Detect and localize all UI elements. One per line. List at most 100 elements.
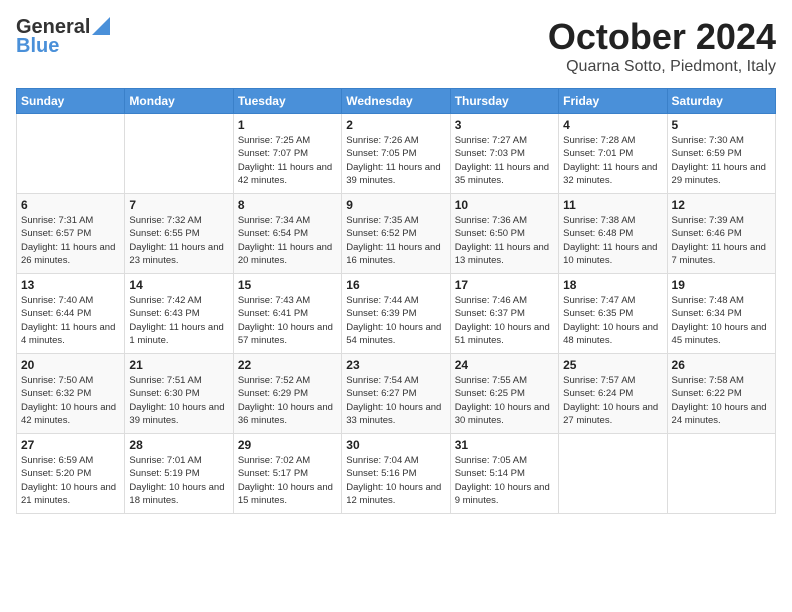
page-title: October 2024	[548, 16, 776, 58]
day-info: Sunrise: 7:44 AMSunset: 6:39 PMDaylight:…	[346, 294, 445, 347]
day-info: Sunrise: 7:01 AMSunset: 5:19 PMDaylight:…	[129, 454, 228, 507]
day-info: Sunrise: 7:43 AMSunset: 6:41 PMDaylight:…	[238, 294, 337, 347]
calendar-cell: 29 Sunrise: 7:02 AMSunset: 5:17 PMDayligh…	[233, 434, 341, 514]
day-info: Sunrise: 7:25 AMSunset: 7:07 PMDaylight:…	[238, 134, 337, 187]
day-number: 27	[21, 438, 120, 452]
calendar-cell: 20Sunrise: 7:50 AMSunset: 6:32 PMDayligh…	[17, 354, 125, 434]
day-number: 14	[129, 278, 228, 292]
calendar-cell: 14 Sunrise: 7:42 AMSunset: 6:43 PMDayligh…	[125, 274, 233, 354]
calendar-cell: 5 Sunrise: 7:30 AMSunset: 6:59 PMDaylight…	[667, 114, 775, 194]
calendar-cell	[125, 114, 233, 194]
calendar-cell: 1 Sunrise: 7:25 AMSunset: 7:07 PMDaylight…	[233, 114, 341, 194]
day-info: Sunrise: 7:28 AMSunset: 7:01 PMDaylight:…	[563, 134, 662, 187]
day-number: 6	[21, 198, 120, 212]
day-number: 17	[455, 278, 554, 292]
day-number: 12	[672, 198, 771, 212]
day-number: 19	[672, 278, 771, 292]
day-info: Sunrise: 7:04 AMSunset: 5:16 PMDaylight:…	[346, 454, 445, 507]
day-info: Sunrise: 7:26 AMSunset: 7:05 PMDaylight:…	[346, 134, 445, 187]
day-info: Sunrise: 7:27 AMSunset: 7:03 PMDaylight:…	[455, 134, 554, 187]
day-info: Sunrise: 7:05 AMSunset: 5:14 PMDaylight:…	[455, 454, 554, 507]
day-info: Sunrise: 7:51 AMSunset: 6:30 PMDaylight:…	[129, 374, 228, 427]
calendar-cell: 28 Sunrise: 7:01 AMSunset: 5:19 PMDayligh…	[125, 434, 233, 514]
day-number: 25	[563, 358, 662, 372]
day-number: 7	[129, 198, 228, 212]
calendar-cell: 15 Sunrise: 7:43 AMSunset: 6:41 PMDayligh…	[233, 274, 341, 354]
calendar-cell: 26Sunrise: 7:58 AMSunset: 6:22 PMDayligh…	[667, 354, 775, 434]
calendar-cell: 16 Sunrise: 7:44 AMSunset: 6:39 PMDayligh…	[342, 274, 450, 354]
day-info: Sunrise: 7:35 AMSunset: 6:52 PMDaylight:…	[346, 214, 445, 267]
day-number: 30	[346, 438, 445, 452]
calendar-cell: 27Sunrise: 6:59 AMSunset: 5:20 PMDayligh…	[17, 434, 125, 514]
header-saturday: Saturday	[667, 89, 775, 114]
calendar-cell: 13 Sunrise: 7:40 AMSunset: 6:44 PMDayligh…	[17, 274, 125, 354]
calendar-cell: 4 Sunrise: 7:28 AMSunset: 7:01 PMDaylight…	[559, 114, 667, 194]
day-info: Sunrise: 7:36 AMSunset: 6:50 PMDaylight:…	[455, 214, 554, 267]
calendar-table: SundayMondayTuesdayWednesdayThursdayFrid…	[16, 88, 776, 514]
calendar-cell: 25 Sunrise: 7:57 AMSunset: 6:24 PMDayligh…	[559, 354, 667, 434]
calendar-week-row: 27Sunrise: 6:59 AMSunset: 5:20 PMDayligh…	[17, 434, 776, 514]
calendar-cell: 12 Sunrise: 7:39 AMSunset: 6:46 PMDayligh…	[667, 194, 775, 274]
day-info: Sunrise: 7:32 AMSunset: 6:55 PMDaylight:…	[129, 214, 228, 267]
day-number: 28	[129, 438, 228, 452]
header-thursday: Thursday	[450, 89, 558, 114]
day-info: Sunrise: 7:52 AMSunset: 6:29 PMDaylight:…	[238, 374, 337, 427]
day-info: Sunrise: 7:48 AMSunset: 6:34 PMDaylight:…	[672, 294, 771, 347]
calendar-cell: 31 Sunrise: 7:05 AMSunset: 5:14 PMDayligh…	[450, 434, 558, 514]
logo: General Blue	[16, 16, 110, 58]
day-number: 13	[21, 278, 120, 292]
day-info: Sunrise: 7:31 AMSunset: 6:57 PMDaylight:…	[21, 214, 120, 267]
day-number: 29	[238, 438, 337, 452]
header-friday: Friday	[559, 89, 667, 114]
day-number: 4	[563, 118, 662, 132]
day-info: Sunrise: 7:39 AMSunset: 6:46 PMDaylight:…	[672, 214, 771, 267]
day-info: Sunrise: 7:54 AMSunset: 6:27 PMDaylight:…	[346, 374, 445, 427]
day-info: Sunrise: 7:47 AMSunset: 6:35 PMDaylight:…	[563, 294, 662, 347]
calendar-cell	[559, 434, 667, 514]
calendar-week-row: 20Sunrise: 7:50 AMSunset: 6:32 PMDayligh…	[17, 354, 776, 434]
page-subtitle: Quarna Sotto, Piedmont, Italy	[548, 58, 776, 76]
calendar-week-row: 13 Sunrise: 7:40 AMSunset: 6:44 PMDayligh…	[17, 274, 776, 354]
title-block: October 2024 Quarna Sotto, Piedmont, Ita…	[548, 16, 776, 76]
day-number: 16	[346, 278, 445, 292]
day-info: Sunrise: 7:34 AMSunset: 6:54 PMDaylight:…	[238, 214, 337, 267]
day-number: 26	[672, 358, 771, 372]
day-info: Sunrise: 7:57 AMSunset: 6:24 PMDaylight:…	[563, 374, 662, 427]
calendar-cell: 11Sunrise: 7:38 AMSunset: 6:48 PMDayligh…	[559, 194, 667, 274]
day-number: 18	[563, 278, 662, 292]
calendar-week-row: 6 Sunrise: 7:31 AMSunset: 6:57 PMDaylight…	[17, 194, 776, 274]
calendar-header-row: SundayMondayTuesdayWednesdayThursdayFrid…	[17, 89, 776, 114]
calendar-cell: 2 Sunrise: 7:26 AMSunset: 7:05 PMDaylight…	[342, 114, 450, 194]
calendar-cell: 8Sunrise: 7:34 AMSunset: 6:54 PMDaylight…	[233, 194, 341, 274]
day-info: Sunrise: 7:40 AMSunset: 6:44 PMDaylight:…	[21, 294, 120, 347]
day-info: Sunrise: 7:46 AMSunset: 6:37 PMDaylight:…	[455, 294, 554, 347]
day-number: 22	[238, 358, 337, 372]
day-number: 31	[455, 438, 554, 452]
day-number: 1	[238, 118, 337, 132]
calendar-week-row: 1 Sunrise: 7:25 AMSunset: 7:07 PMDaylight…	[17, 114, 776, 194]
calendar-cell	[667, 434, 775, 514]
header-monday: Monday	[125, 89, 233, 114]
header-tuesday: Tuesday	[233, 89, 341, 114]
day-info: Sunrise: 7:30 AMSunset: 6:59 PMDaylight:…	[672, 134, 771, 187]
calendar-cell: 24 Sunrise: 7:55 AMSunset: 6:25 PMDayligh…	[450, 354, 558, 434]
calendar-cell: 9 Sunrise: 7:35 AMSunset: 6:52 PMDaylight…	[342, 194, 450, 274]
calendar-cell: 10Sunrise: 7:36 AMSunset: 6:50 PMDayligh…	[450, 194, 558, 274]
day-number: 2	[346, 118, 445, 132]
day-number: 24	[455, 358, 554, 372]
day-info: Sunrise: 7:55 AMSunset: 6:25 PMDaylight:…	[455, 374, 554, 427]
header-sunday: Sunday	[17, 89, 125, 114]
calendar-cell	[17, 114, 125, 194]
day-number: 5	[672, 118, 771, 132]
day-number: 21	[129, 358, 228, 372]
day-number: 3	[455, 118, 554, 132]
day-number: 9	[346, 198, 445, 212]
calendar-cell: 17 Sunrise: 7:46 AMSunset: 6:37 PMDayligh…	[450, 274, 558, 354]
calendar-cell: 23Sunrise: 7:54 AMSunset: 6:27 PMDayligh…	[342, 354, 450, 434]
calendar-cell: 19 Sunrise: 7:48 AMSunset: 6:34 PMDayligh…	[667, 274, 775, 354]
day-info: Sunrise: 7:42 AMSunset: 6:43 PMDaylight:…	[129, 294, 228, 347]
calendar-cell: 7 Sunrise: 7:32 AMSunset: 6:55 PMDaylight…	[125, 194, 233, 274]
calendar-cell: 6 Sunrise: 7:31 AMSunset: 6:57 PMDaylight…	[17, 194, 125, 274]
day-info: Sunrise: 7:02 AMSunset: 5:17 PMDaylight:…	[238, 454, 337, 507]
day-number: 15	[238, 278, 337, 292]
